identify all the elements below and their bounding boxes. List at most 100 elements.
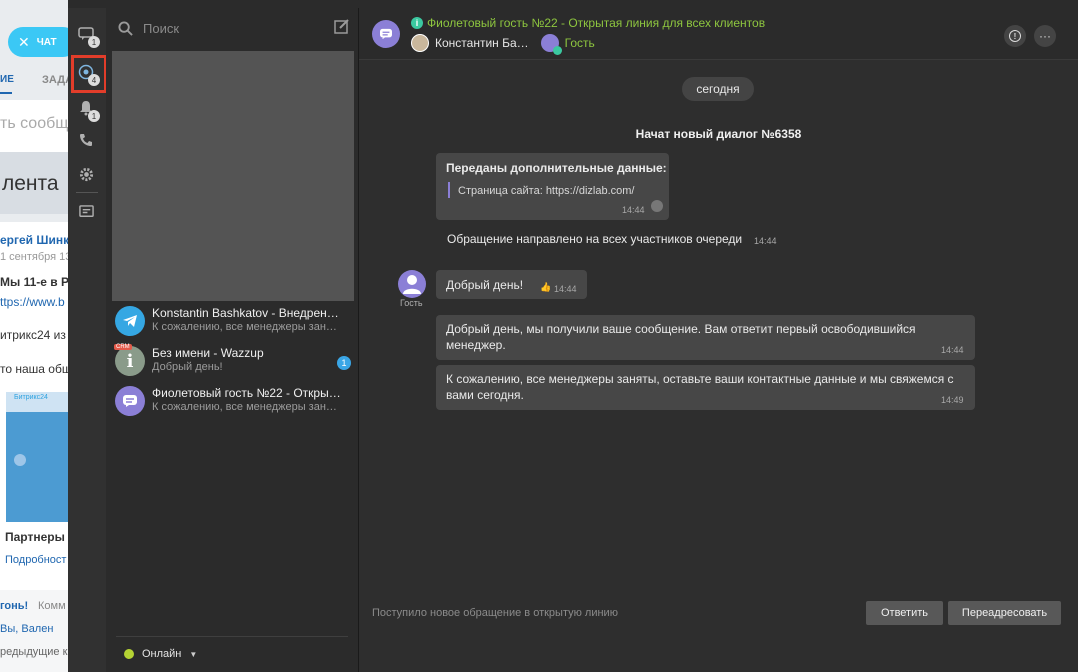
extra-data-line: Страница сайта: https://dizlab.com/ xyxy=(458,185,635,197)
telegram-icon xyxy=(115,306,145,336)
chat-toggle-button[interactable]: ✕ ЧАТ xyxy=(8,27,68,57)
message-time: 14:49 xyxy=(941,395,964,405)
post-image: Битрикс24 xyxy=(6,392,68,522)
guest-message-text: Добрый день! xyxy=(446,278,524,292)
extra-data-message: Переданы дополнительные данные: Страница… xyxy=(436,153,669,220)
rail-separator xyxy=(76,192,98,193)
user-icon xyxy=(403,275,421,294)
online-status-icon xyxy=(124,649,134,659)
tab-messages[interactable]: ИЕ xyxy=(0,74,14,85)
redirect-button[interactable]: Переадресовать xyxy=(948,601,1061,625)
guest-message: Добрый день! 👍 14:44 xyxy=(436,270,587,299)
more-link[interactable]: Подробност xyxy=(5,554,66,566)
guest-avatar[interactable] xyxy=(540,34,562,55)
guest-message-label: Гость xyxy=(400,298,423,308)
openlines-badge: 4 xyxy=(88,74,100,86)
search-input[interactable]: Поиск xyxy=(143,21,179,36)
tab-underline xyxy=(0,92,12,94)
guest-name[interactable]: Гость xyxy=(565,36,595,50)
post-date: 1 сентября 13 xyxy=(0,251,68,263)
partners-label: Партнеры xyxy=(5,530,65,544)
chat-item-name: Без имени - Wazzup xyxy=(152,346,264,360)
bot-message-2: К сожалению, все менеджеры заняты, остав… xyxy=(436,365,975,410)
message-time: 14:44 xyxy=(941,345,964,355)
previous-comments[interactable]: редыдущие к xyxy=(0,646,67,658)
post-input-placeholder: ть сообще xyxy=(0,115,68,132)
status-selector[interactable]: Онлайн ▼ xyxy=(124,648,197,660)
post-author[interactable]: ергей Шинк xyxy=(0,233,68,247)
post-text-2: то наша обш xyxy=(0,362,68,376)
alert-icon: ! xyxy=(1009,30,1021,42)
chat-list-panel: Поиск Konstantin Bashkatov - Внедрен… К … xyxy=(106,8,359,672)
recent-preview-area xyxy=(112,51,354,301)
operator-name[interactable]: Константин Ба… xyxy=(435,36,529,50)
dialog-title[interactable]: i Фиолетовый гость №22 - Открытая линия … xyxy=(411,16,765,30)
gear-icon xyxy=(79,167,93,181)
bot-message-text: Добрый день, мы получили ваше сообщение.… xyxy=(446,322,916,352)
chats-button[interactable]: 1 xyxy=(76,24,100,48)
status-label: Онлайн xyxy=(142,648,182,660)
post-link[interactable]: ttps://www.b xyxy=(0,295,65,309)
recent-button[interactable] xyxy=(76,202,96,222)
chat-item-telegram[interactable]: Konstantin Bashkatov - Внедрен… К сожале… xyxy=(112,302,357,342)
bot-message-text: К сожалению, все менеджеры заняты, остав… xyxy=(446,372,954,402)
dialog-participants: Константин Ба… Гость xyxy=(411,34,595,55)
phone-icon xyxy=(80,134,92,146)
chat-item-message: К сожалению, все менеджеры зан… xyxy=(152,401,337,413)
app-window: ✕ ЧАТ ИЕ ЗАДА ть сообще лента ергей Шинк… xyxy=(0,0,1078,672)
dialog-header: i Фиолетовый гость №22 - Открытая линия … xyxy=(359,8,1078,60)
date-divider: сегодня xyxy=(682,77,754,101)
openline-icon xyxy=(380,28,392,40)
message-time: 14:44 xyxy=(554,284,577,294)
bot-message-1: Добрый день, мы получили ваше сообщение.… xyxy=(436,315,975,360)
messenger-rail: 1 4 1 xyxy=(68,8,107,672)
dialog-panel: i Фиолетовый гость №22 - Открытая линия … xyxy=(359,8,1078,672)
message-time: 14:44 xyxy=(622,205,645,215)
operator-avatar[interactable] xyxy=(411,34,429,52)
chat-item-violet-guest[interactable]: Фиолетовый гость №22 - Откры… К сожалени… xyxy=(112,382,357,422)
system-message: Обращение направлено на всех участников … xyxy=(447,232,743,246)
comment-link[interactable]: Комм xyxy=(38,600,66,612)
chat-item-wazzup[interactable]: i CRM Без имени - Wazzup Добрый день! 1 xyxy=(112,342,357,382)
comment-author[interactable]: гонь! xyxy=(0,600,28,612)
search-icon xyxy=(118,20,133,36)
openlines-button[interactable]: 4 xyxy=(76,62,100,86)
notifications-button[interactable]: 1 xyxy=(76,98,100,122)
more-icon: ··· xyxy=(1039,29,1051,43)
tab-tasks[interactable]: ЗАДА xyxy=(42,74,68,86)
chat-item-name: Фиолетовый гость №22 - Откры… xyxy=(152,386,341,400)
chat-item-name: Konstantin Bashkatov - Внедрен… xyxy=(152,306,339,320)
chat-item-message: Добрый день! xyxy=(152,361,223,373)
new-chat-button[interactable] xyxy=(334,18,350,39)
caret-down-icon: ▼ xyxy=(189,649,198,659)
status-divider xyxy=(116,636,348,637)
chat-item-message: К сожалению, все менеджеры зан… xyxy=(152,321,337,333)
post-title: Мы 11-е в Ро xyxy=(0,275,68,289)
likes-text[interactable]: Вы, Вален xyxy=(0,623,53,635)
dialog-avatar[interactable] xyxy=(372,20,400,48)
quote-bar xyxy=(448,182,450,198)
dialog-menu-button[interactable]: ··· xyxy=(1034,25,1056,47)
post-text-1: итрикс24 из xyxy=(0,328,66,342)
feed-title: лента xyxy=(2,172,59,195)
calls-button[interactable] xyxy=(76,130,96,150)
new-dialog-notice: Начат новый диалог №6358 xyxy=(635,127,802,141)
list-chat-icon xyxy=(78,204,94,217)
guest-message-avatar[interactable] xyxy=(398,270,426,298)
portal-background: ✕ ЧАТ ИЕ ЗАДА ть сообще лента ергей Шинк… xyxy=(0,0,68,672)
chats-badge: 1 xyxy=(88,36,100,48)
crm-tag: CRM xyxy=(114,344,132,350)
settings-button[interactable] xyxy=(76,164,96,184)
system-time: 14:44 xyxy=(754,236,777,246)
search-bar[interactable]: Поиск xyxy=(106,8,359,48)
extra-data-title: Переданы дополнительные данные: xyxy=(446,161,667,175)
info-icon: i xyxy=(411,17,423,29)
like-icon: 👍 xyxy=(540,282,552,292)
dialog-info-button[interactable]: ! xyxy=(1004,25,1026,47)
footer-notice: Поступило новое обращение в открытую лин… xyxy=(372,607,618,619)
answer-button[interactable]: Ответить xyxy=(866,601,943,625)
dialog-title-text: Фиолетовый гость №22 - Открытая линия дл… xyxy=(427,16,766,30)
close-icon: ✕ xyxy=(18,33,30,50)
delivered-icon xyxy=(651,200,663,212)
unread-badge: 1 xyxy=(337,356,351,370)
